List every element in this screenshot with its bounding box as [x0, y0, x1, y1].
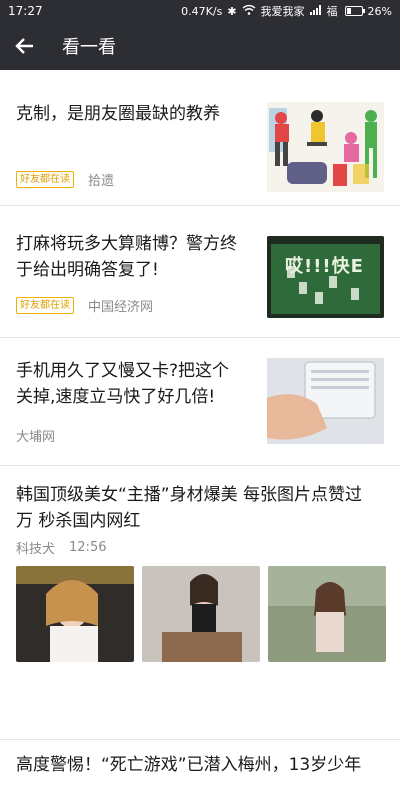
article-title-line: 关掉,速度立马快了好几倍! [16, 387, 216, 407]
thumbnail-caption: 哎!!!快E [285, 256, 364, 277]
article-meta: 好友都在读 中国经济网 [16, 296, 153, 315]
status-time: 17:27 [8, 4, 43, 18]
article-title-line: 高度警惕！“死亡游戏”已潜入梅州，13岁少年 [16, 755, 362, 775]
article-meta: 大埔网 [16, 426, 55, 445]
battery-icon [344, 6, 365, 16]
article-image[interactable] [16, 566, 134, 662]
article-title[interactable]: 韩国顶级美女“主播”身材爆美 每张图片点赞过 万 秒杀国内网红 [16, 482, 386, 534]
page-title: 看一看 [62, 37, 116, 58]
article-title-line: 手机用久了又慢又卡?把这个 [16, 361, 230, 381]
article-title-line: 韩国顶级美女“主播”身材爆美 每张图片点赞过 [16, 485, 363, 505]
carrier-name: 我爱我家 [260, 5, 305, 18]
article-image[interactable] [142, 566, 260, 662]
article-thumbnail[interactable]: 哎!!!快E [267, 236, 384, 318]
friends-reading-badge: 好友都在读 [16, 171, 74, 188]
signal-label: 福 [326, 5, 338, 18]
article-item[interactable]: 高度警惕！“死亡游戏”已潜入梅州，13岁少年 [0, 740, 400, 800]
article-item[interactable]: 打麻将玩多大算赌博？警方终 于给出明确答复了! 好友都在读 中国经济网 哎!!!… [0, 206, 400, 338]
article-time: 12:56 [69, 540, 107, 555]
friends-reading-badge: 好友都在读 [16, 297, 74, 314]
article-image-row [16, 566, 386, 662]
article-title-line: 克制，是朋友圈最缺的教养 [16, 104, 220, 124]
bluetooth-icon: ✱ [227, 4, 237, 18]
article-source: 大埔网 [16, 430, 56, 445]
article-source: 拾遗 [88, 174, 115, 189]
signal-icon [309, 4, 322, 18]
net-speed: 0.47K/s [181, 4, 223, 18]
article-title-line: 万 秒杀国内网红 [16, 511, 141, 531]
status-bar: 17:27 0.47K/s ✱ 我爱我家 福 26% [0, 0, 400, 22]
article-thumbnail[interactable] [267, 358, 384, 444]
wifi-icon [242, 4, 256, 18]
article-source: 中国经济网 [88, 300, 154, 315]
article-meta: 好友都在读 拾遗 [16, 170, 114, 189]
article-title[interactable]: 打麻将玩多大算赌博？警方终 于给出明确答复了! [16, 231, 237, 283]
article-source: 科技犬 [16, 542, 56, 557]
article-title-line: 打麻将玩多大算赌博？警方终 [16, 234, 237, 254]
article-title[interactable]: 手机用久了又慢又卡?把这个 关掉,速度立马快了好几倍! [16, 358, 229, 410]
nav-bar: 看一看 [0, 22, 400, 70]
battery-percent: 26% [367, 4, 392, 18]
status-icons: 0.47K/s ✱ 我爱我家 福 26% [181, 3, 392, 19]
article-image[interactable] [268, 566, 386, 662]
article-title-line: 于给出明确答复了! [16, 260, 159, 280]
article-item[interactable]: 韩国顶级美女“主播”身材爆美 每张图片点赞过 万 秒杀国内网红 科技犬 12:5… [0, 466, 400, 740]
article-thumbnail[interactable] [267, 102, 384, 192]
back-arrow-icon[interactable] [0, 22, 48, 70]
article-meta: 科技犬 12:56 [16, 538, 106, 557]
article-title[interactable]: 克制，是朋友圈最缺的教养 [16, 101, 220, 127]
article-item[interactable]: 克制，是朋友圈最缺的教养 好友都在读 拾遗 [0, 70, 400, 206]
article-title[interactable]: 高度警惕！“死亡游戏”已潜入梅州，13岁少年 [16, 752, 396, 778]
article-item[interactable]: 手机用久了又慢又卡?把这个 关掉,速度立马快了好几倍! 大埔网 [0, 338, 400, 466]
